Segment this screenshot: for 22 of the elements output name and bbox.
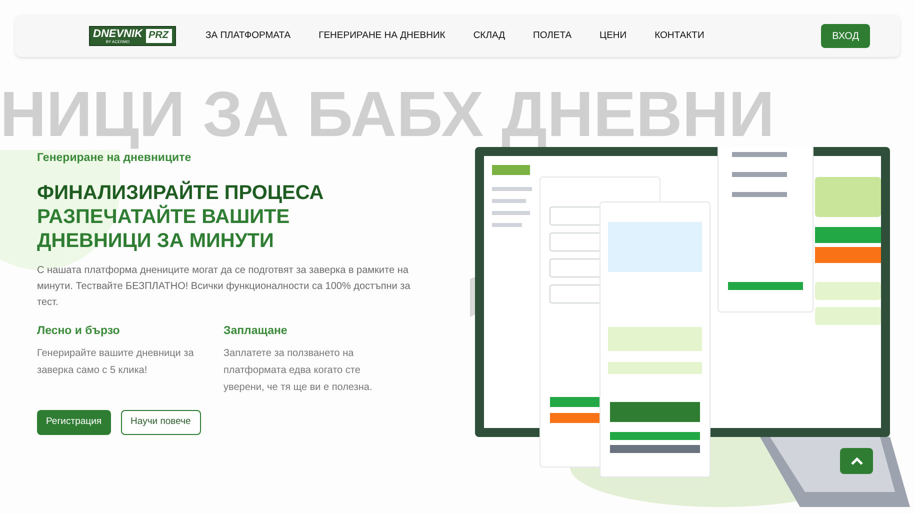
nav-link[interactable]: ЦЕНИ bbox=[600, 28, 627, 44]
register-button[interactable]: Регистрация bbox=[37, 410, 111, 434]
feature-title: Заплащане bbox=[224, 324, 288, 340]
hero-title-line: ДНЕВНИЦИ ЗА МИНУТИ bbox=[37, 229, 275, 254]
eyebrow-text: Генериране на дневниците bbox=[37, 151, 192, 166]
hero-description: С нашата платформа днениците могат да се подготвят за заверка в рамките на минути. Тествайте БЕЗПЛАТНО! Всички функционалности са 100% достъпни за тест. bbox=[37, 264, 412, 310]
nav-link[interactable]: ГЕНЕРИРАНЕ НА ДНЕВНИК bbox=[318, 28, 446, 44]
learn-more-button[interactable]: Научи повече bbox=[120, 410, 201, 434]
scroll-to-top-button[interactable] bbox=[840, 448, 873, 474]
hero-title-line: РАЗПЕЧАТАЙТЕ ВАШИТЕ bbox=[37, 205, 291, 230]
chevron-up-icon bbox=[850, 457, 862, 465]
nav-link[interactable]: ЗА ПЛАТФОРМАТА bbox=[206, 28, 291, 44]
nav-link[interactable]: СКЛАД bbox=[473, 28, 506, 44]
hero-title-line: ФИНАЛИЗИРАЙТЕ ПРОЦЕСА bbox=[37, 181, 325, 204]
logo-badge: PRZ bbox=[146, 29, 172, 43]
nav-link[interactable]: ПОЛЕТА bbox=[533, 28, 572, 44]
feature-title: Лесно и бързо bbox=[37, 324, 121, 340]
logo-name: DNEVNIK bbox=[93, 28, 143, 40]
feature-text: Заплатете за ползването на платформата едва когато сте уверени, че тя ще ви е полезна. bbox=[224, 346, 374, 394]
feature-text: Генерирайте вашите дневници за заверка само с 5 клика! bbox=[37, 346, 195, 378]
nav-link[interactable]: КОНТАКТИ bbox=[654, 28, 704, 44]
login-button[interactable]: ВХОД bbox=[821, 24, 870, 48]
